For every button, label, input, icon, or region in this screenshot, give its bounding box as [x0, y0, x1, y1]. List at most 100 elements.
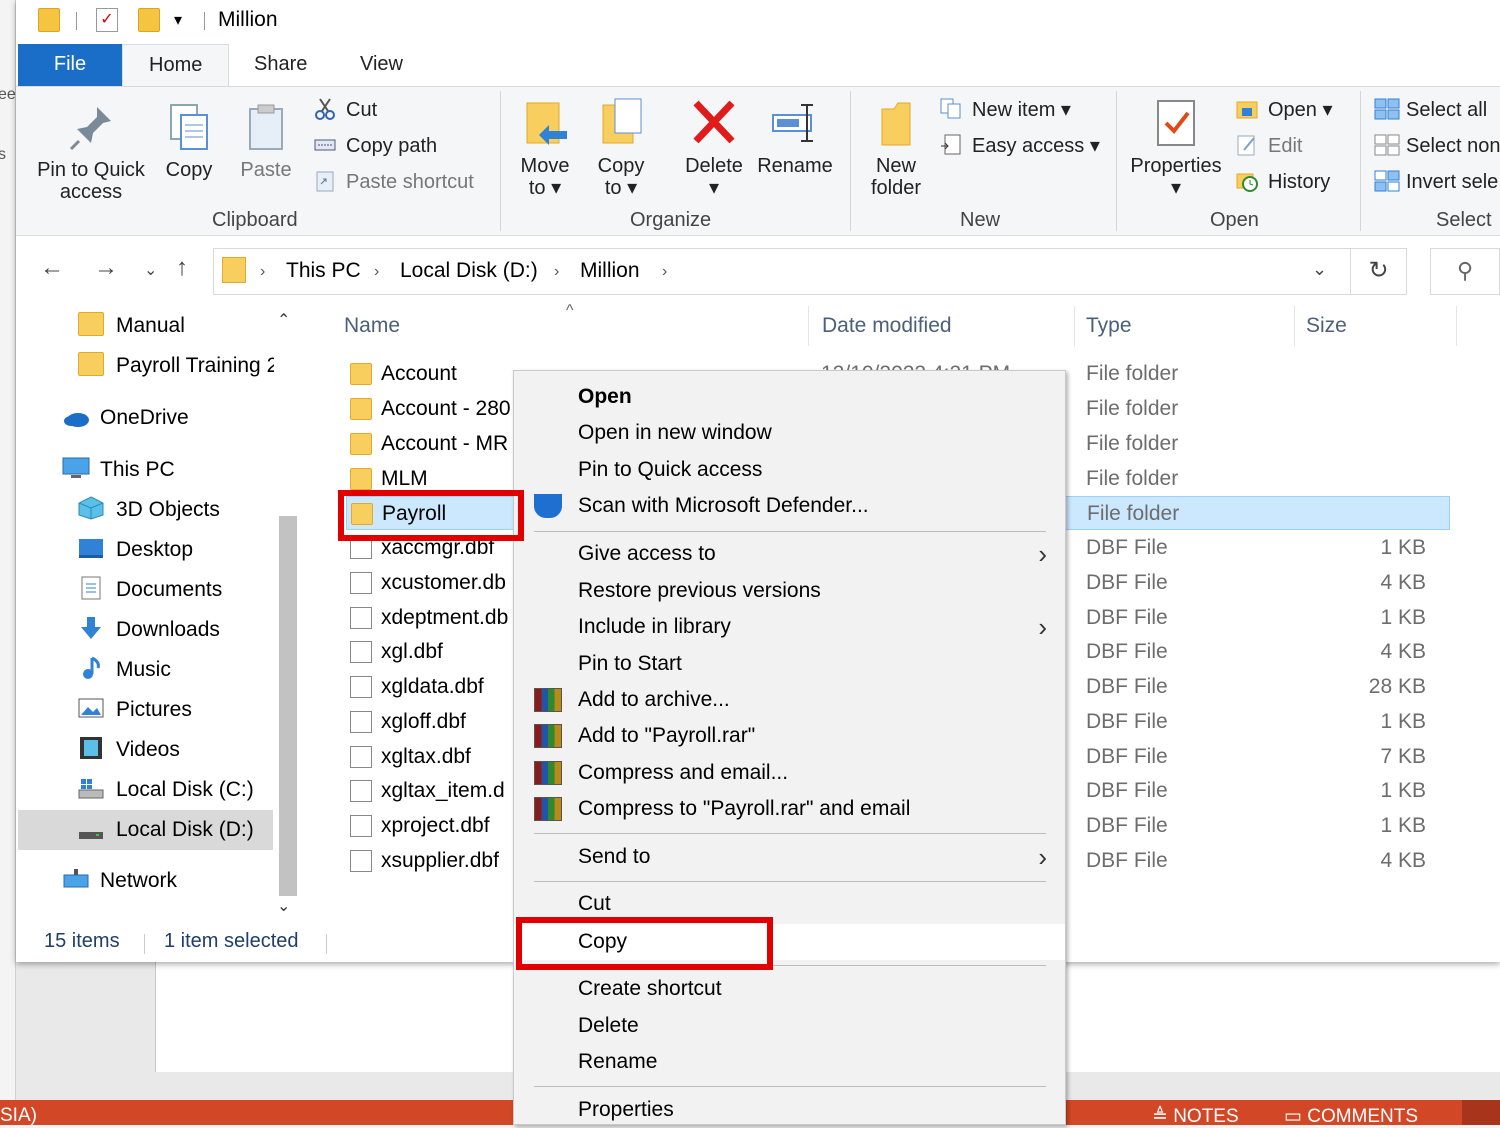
menu-item-give-access[interactable]: Give access to › [514, 536, 1065, 572]
menu-item-create-shortcut[interactable]: Create shortcut [514, 971, 1065, 1007]
pin-to-quick-access-button[interactable]: Pin to Quick access [32, 101, 150, 203]
menu-item-open[interactable]: Open [514, 379, 1065, 415]
paste-shortcut-button[interactable]: Paste shortcut [314, 167, 474, 197]
nav-item-local-disk-c[interactable]: Local Disk (C:) [78, 772, 254, 808]
menu-item-rename[interactable]: Rename [514, 1044, 1065, 1080]
file-size: 1 KB [1380, 536, 1426, 559]
tab-view[interactable]: View [334, 44, 429, 86]
menu-item-compress-payroll-email[interactable]: Compress to "Payroll.rar" and email [514, 791, 1065, 827]
breadcrumb-million[interactable]: Million [580, 259, 640, 283]
breadcrumb-this-pc[interactable]: This PC [286, 259, 361, 283]
scroll-up-icon[interactable]: ⌃ [277, 310, 290, 330]
nav-item-pictures[interactable]: Pictures [78, 692, 192, 728]
item-count: 15 items [44, 930, 120, 952]
background-left-strip: ee s [0, 0, 16, 1100]
menu-item-cut[interactable]: Cut [514, 886, 1065, 922]
column-header-type[interactable]: Type [1086, 314, 1132, 338]
breadcrumb-local-disk-d[interactable]: Local Disk (D:) [400, 259, 538, 283]
tab-share[interactable]: Share [228, 44, 333, 86]
nav-item-onedrive[interactable]: OneDrive [62, 400, 189, 436]
chevron-right-icon[interactable]: › [554, 263, 559, 281]
nav-item-network[interactable]: Network [62, 863, 177, 899]
menu-item-include-library[interactable]: Include in library › [514, 609, 1065, 645]
nav-item-this-pc[interactable]: This PC [62, 452, 175, 488]
delete-button[interactable]: Delete ▾ [682, 97, 746, 199]
customize-toolbar-icon[interactable]: ▾ [174, 10, 182, 30]
menu-item-add-archive[interactable]: Add to archive... [514, 682, 1065, 718]
new-item-button[interactable]: New item ▾ [940, 95, 1071, 125]
rename-button[interactable]: Rename [756, 97, 834, 177]
copy-button[interactable]: Copy [162, 101, 216, 181]
column-divider[interactable] [1074, 306, 1075, 346]
copy-path-button[interactable]: Copy path [314, 131, 437, 161]
menu-item-restore-versions[interactable]: Restore previous versions [514, 573, 1065, 609]
properties-button[interactable]: Properties ▾ [1128, 97, 1224, 199]
navigation-scrollbar[interactable]: ⌃ ⌄ [273, 302, 303, 922]
menu-item-scan-defender[interactable]: Scan with Microsoft Defender... [514, 488, 1065, 524]
address-dropdown-chevron-icon[interactable]: ⌄ [1312, 259, 1327, 280]
menu-item-properties[interactable]: Properties [514, 1092, 1065, 1128]
properties-icon [1152, 97, 1200, 149]
menu-item-copy[interactable]: Copy [514, 924, 1065, 960]
tab-home[interactable]: Home [122, 44, 230, 87]
back-arrow-icon[interactable]: ← [40, 254, 64, 282]
nav-item-documents[interactable]: Documents [78, 572, 222, 608]
column-header-name[interactable]: Name [344, 314, 400, 338]
tab-file[interactable]: File [18, 44, 122, 86]
scrollbar-thumb[interactable] [279, 516, 297, 896]
new-folder-quick-icon[interactable] [138, 8, 160, 32]
scroll-down-icon[interactable]: ⌄ [277, 896, 290, 916]
menu-item-delete[interactable]: Delete [514, 1008, 1065, 1044]
open-button[interactable]: Open ▾ [1236, 95, 1333, 125]
new-item-icon [940, 98, 962, 120]
menu-item-open-new-window[interactable]: Open in new window [514, 415, 1065, 451]
select-none-button[interactable]: Select non [1374, 131, 1500, 161]
forward-arrow-icon[interactable]: → [94, 254, 118, 282]
easy-access-button[interactable]: Easy access ▾ [940, 131, 1100, 161]
chevron-right-icon[interactable]: › [374, 263, 379, 281]
cut-button[interactable]: Cut [314, 95, 377, 125]
nav-item-videos[interactable]: Videos [78, 732, 180, 768]
nav-item-downloads[interactable]: Downloads [78, 612, 220, 648]
chevron-right-icon[interactable]: › [662, 263, 667, 281]
menu-divider [534, 881, 1046, 882]
nav-item-music[interactable]: Music [78, 652, 171, 688]
invert-selection-button[interactable]: Invert sele [1374, 167, 1498, 197]
menu-item-send-to[interactable]: Send to › [514, 839, 1065, 875]
divider [144, 934, 145, 954]
address-bar[interactable]: › This PC › Local Disk (D:) › Million › … [213, 248, 1351, 295]
new-folder-button[interactable]: New folder [866, 97, 926, 199]
column-divider[interactable] [1456, 306, 1457, 346]
select-all-button[interactable]: Select all [1374, 95, 1487, 125]
paste-button[interactable]: Paste [238, 101, 294, 181]
file-icon [350, 607, 372, 629]
file-name: xgloff.dbf [381, 710, 466, 733]
column-header-date[interactable]: Date modified [822, 314, 952, 338]
properties-quick-icon[interactable]: ✓ [96, 8, 118, 32]
file-size: 7 KB [1380, 745, 1426, 768]
menu-divider [534, 833, 1046, 834]
recent-locations-chevron-icon[interactable]: ⌄ [144, 260, 157, 280]
column-divider[interactable] [1294, 306, 1295, 346]
edit-button[interactable]: Edit [1236, 131, 1302, 161]
nav-item-manual[interactable]: Manual [78, 308, 185, 344]
nav-item-payroll-training[interactable]: Payroll Training 2 [78, 348, 274, 384]
group-divider [1360, 91, 1361, 231]
copy-to-button[interactable]: Copy to ▾ [594, 97, 648, 199]
column-divider[interactable] [808, 306, 809, 346]
menu-item-pin-quick-access[interactable]: Pin to Quick access [514, 452, 1065, 488]
menu-item-add-payroll-rar[interactable]: Add to "Payroll.rar" [514, 718, 1065, 754]
nav-item-desktop[interactable]: Desktop [78, 532, 193, 568]
history-button[interactable]: History [1236, 167, 1330, 197]
menu-item-pin-start[interactable]: Pin to Start [514, 646, 1065, 682]
up-arrow-icon[interactable]: ↑ [176, 254, 188, 282]
menu-item-compress-email[interactable]: Compress and email... [514, 755, 1065, 791]
nav-item-local-disk-d[interactable]: Local Disk (D:) [18, 810, 273, 850]
file-type: DBF File [1086, 536, 1168, 559]
column-header-size[interactable]: Size [1306, 314, 1347, 338]
refresh-icon[interactable]: ↻ [1351, 248, 1407, 295]
nav-item-3d-objects[interactable]: 3D Objects [78, 492, 220, 528]
view-icon[interactable] [1462, 1100, 1500, 1125]
move-to-button[interactable]: Move to ▾ [514, 97, 576, 199]
search-icon[interactable]: ⚲ [1430, 248, 1500, 295]
